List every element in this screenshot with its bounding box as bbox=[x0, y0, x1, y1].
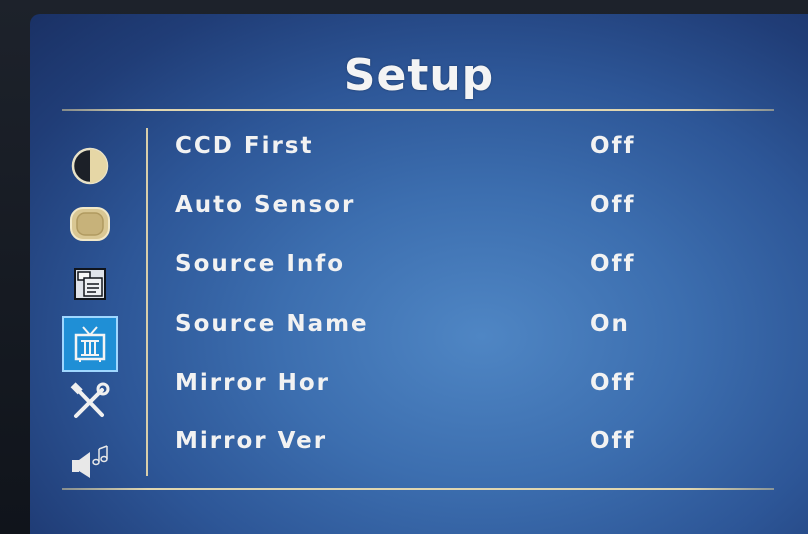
osd-screen: Setup CCD First Off Auto Sensor Off Sour… bbox=[30, 14, 808, 534]
menu-item-value[interactable]: Off bbox=[590, 251, 636, 277]
info-window-icon[interactable] bbox=[62, 256, 118, 312]
sidebar-divider bbox=[146, 128, 148, 476]
page-title: Setup bbox=[343, 50, 495, 101]
bottom-divider bbox=[62, 488, 774, 490]
menu-item-mirror-hor[interactable]: Mirror Hor Off bbox=[175, 363, 735, 403]
contrast-icon[interactable] bbox=[62, 138, 118, 194]
display-frame-icon[interactable] bbox=[62, 196, 118, 252]
top-divider bbox=[62, 109, 774, 111]
menu-item-label: Auto Sensor bbox=[175, 192, 356, 218]
menu-item-label: Mirror Hor bbox=[175, 370, 331, 396]
menu-item-value[interactable]: On bbox=[590, 311, 630, 337]
menu-item-value[interactable]: Off bbox=[590, 192, 636, 218]
menu-item-label: CCD First bbox=[175, 133, 314, 159]
menu-item-mirror-ver[interactable]: Mirror Ver Off bbox=[175, 421, 735, 461]
menu-item-source-info[interactable]: Source Info Off bbox=[175, 244, 735, 284]
menu-item-value[interactable]: Off bbox=[590, 428, 636, 454]
menu-item-value[interactable]: Off bbox=[590, 133, 636, 159]
menu-item-value[interactable]: Off bbox=[590, 370, 636, 396]
menu-item-label: Mirror Ver bbox=[175, 428, 328, 454]
menu-item-ccd-first[interactable]: CCD First Off bbox=[175, 126, 735, 166]
menu-item-label: Source Name bbox=[175, 311, 369, 337]
speaker-music-icon[interactable] bbox=[62, 432, 118, 488]
tools-icon[interactable] bbox=[62, 374, 118, 430]
menu-item-auto-sensor[interactable]: Auto Sensor Off bbox=[175, 185, 735, 225]
menu-item-source-name[interactable]: Source Name On bbox=[175, 304, 735, 344]
tv-icon[interactable] bbox=[62, 316, 118, 372]
menu-item-label: Source Info bbox=[175, 251, 346, 277]
